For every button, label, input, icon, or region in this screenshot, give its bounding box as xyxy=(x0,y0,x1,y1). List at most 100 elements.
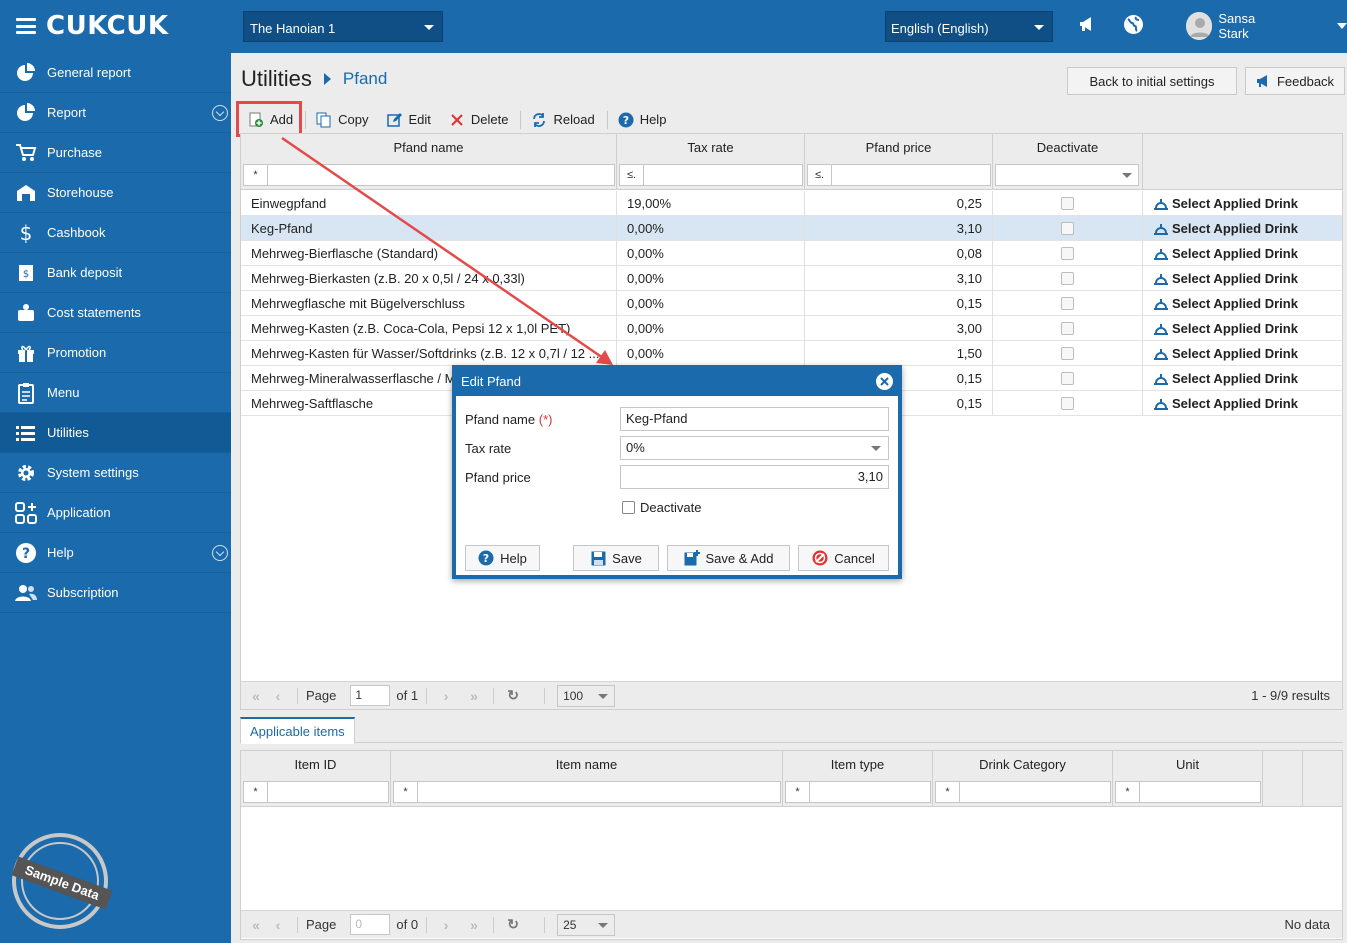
column-pfand-price[interactable]: Pfand price ≤. xyxy=(805,134,993,190)
prev-page-icon[interactable]: ‹ xyxy=(267,686,289,706)
sidebar-item-application[interactable]: Application xyxy=(0,493,231,533)
prev-page-icon[interactable]: ‹ xyxy=(267,915,289,935)
filter-operator[interactable]: * xyxy=(244,782,268,802)
pfand-price-field[interactable]: 3,10 xyxy=(620,465,889,489)
sidebar-item-cost-statements[interactable]: Cost statements xyxy=(0,293,231,333)
pfand-name-field[interactable]: Keg-Pfand xyxy=(620,407,889,431)
last-page-icon[interactable]: » xyxy=(463,686,485,706)
table-row[interactable]: Keg-Pfand 0,00% 3,10 Select Applied Drink xyxy=(241,216,1342,241)
select-applied-drink-link[interactable]: Select Applied Drink xyxy=(1143,366,1343,391)
select-applied-drink-link[interactable]: Select Applied Drink xyxy=(1143,316,1343,341)
sidebar-item-general-report[interactable]: General report xyxy=(0,53,231,93)
column-item-id[interactable]: Item ID * xyxy=(241,751,391,807)
select-applied-drink-link[interactable]: Select Applied Drink xyxy=(1143,291,1343,316)
checkbox-box[interactable] xyxy=(622,501,635,514)
column-tax-rate[interactable]: Tax rate ≤. xyxy=(617,134,805,190)
select-applied-drink-link[interactable]: Select Applied Drink xyxy=(1143,341,1343,366)
filter-operator[interactable]: * xyxy=(394,782,418,802)
tab-applicable-items[interactable]: Applicable items xyxy=(240,717,355,744)
filter-operator[interactable]: * xyxy=(1116,782,1140,802)
column-pfand-name[interactable]: Pfand name * xyxy=(241,134,617,190)
chevron-down-icon[interactable] xyxy=(212,545,228,561)
refresh-icon[interactable]: ↻ xyxy=(502,915,524,935)
page-input[interactable]: 1 xyxy=(350,685,391,706)
column-item-name[interactable]: Item name * xyxy=(391,751,783,807)
deactivate-checkbox[interactable] xyxy=(1061,372,1074,385)
column-deactivate[interactable]: Deactivate xyxy=(993,134,1143,190)
dialog-save-button[interactable]: Save xyxy=(573,545,659,571)
filter-operator[interactable]: * xyxy=(786,782,810,802)
deactivate-checkbox[interactable] xyxy=(1061,272,1074,285)
filter-operator[interactable]: ≤. xyxy=(620,165,644,185)
refresh-icon[interactable]: ↻ xyxy=(502,686,524,706)
deactivate-checkbox[interactable] xyxy=(1061,347,1074,360)
filter-operator[interactable]: * xyxy=(244,165,268,185)
page-size-select[interactable]: 25 xyxy=(557,913,616,936)
dialog-save-add-button[interactable]: Save & Add xyxy=(667,545,790,571)
page-input[interactable]: 0 xyxy=(350,914,391,935)
globe-icon[interactable] xyxy=(1123,14,1145,36)
sidebar-item-report[interactable]: Report xyxy=(0,93,231,133)
table-row[interactable]: Mehrweg-Bierflasche (Standard) 0,00% 0,08 S… xyxy=(241,241,1342,266)
tax-rate-filter[interactable]: ≤. xyxy=(619,164,803,186)
sidebar-item-system-settings[interactable]: System settings xyxy=(0,453,231,493)
table-row[interactable]: Mehrweg-Kasten für Wasser/Softdrinks (z.… xyxy=(241,341,1342,366)
feedback-button[interactable]: Feedback xyxy=(1245,67,1345,95)
table-row[interactable]: Einwegpfand 19,00% 0,25 Select Applied Drin… xyxy=(241,191,1342,216)
first-page-icon[interactable]: « xyxy=(245,686,267,706)
sidebar-item-purchase[interactable]: Purchase xyxy=(0,133,231,173)
first-page-icon[interactable]: « xyxy=(245,915,267,935)
drink-category-filter[interactable]: * xyxy=(935,781,1111,803)
hamburger-menu-icon[interactable] xyxy=(16,18,36,34)
back-to-initial-settings-button[interactable]: Back to initial settings xyxy=(1067,67,1237,95)
next-page-icon[interactable]: › xyxy=(435,915,457,935)
reload-button[interactable]: Reload xyxy=(523,108,604,132)
language-select[interactable]: English (English) xyxy=(885,11,1053,42)
next-page-icon[interactable]: › xyxy=(435,686,457,706)
deactivate-checkbox[interactable] xyxy=(1061,222,1074,235)
page-size-select[interactable]: 100 xyxy=(557,684,616,707)
sidebar-item-utilities[interactable]: Utilities xyxy=(0,413,231,453)
deactivate-checkbox[interactable] xyxy=(1061,297,1074,310)
select-applied-drink-link[interactable]: Select Applied Drink xyxy=(1143,266,1343,291)
user-menu[interactable]: Sansa Stark xyxy=(1186,11,1347,41)
pfand-price-filter[interactable]: ≤. xyxy=(807,164,991,186)
sidebar-item-storehouse[interactable]: Storehouse xyxy=(0,173,231,213)
last-page-icon[interactable]: » xyxy=(463,915,485,935)
table-row[interactable]: Mehrwegflasche mit Bügelverschluss 0,00% 0… xyxy=(241,291,1342,316)
select-applied-drink-link[interactable]: Select Applied Drink xyxy=(1143,241,1343,266)
deactivate-checkbox[interactable] xyxy=(1061,197,1074,210)
select-applied-drink-link[interactable]: Select Applied Drink xyxy=(1143,391,1343,416)
column-unit[interactable]: Unit * xyxy=(1113,751,1263,807)
help-button[interactable]: ? Help xyxy=(610,108,677,132)
sidebar-item-promotion[interactable]: Promotion xyxy=(0,333,231,373)
sidebar-item-menu[interactable]: Menu xyxy=(0,373,231,413)
chevron-down-icon[interactable] xyxy=(212,105,228,121)
logo[interactable]: CUKCUK xyxy=(16,10,169,42)
item-name-filter[interactable]: * xyxy=(393,781,781,803)
item-type-filter[interactable]: * xyxy=(785,781,931,803)
filter-operator[interactable]: ≤. xyxy=(808,165,832,185)
close-icon[interactable] xyxy=(876,373,893,390)
deactivate-checkbox[interactable]: Deactivate xyxy=(622,500,701,515)
item-id-filter[interactable]: * xyxy=(243,781,389,803)
sidebar-item-help[interactable]: ? Help xyxy=(0,533,231,573)
copy-button[interactable]: Copy xyxy=(308,108,378,132)
deactivate-checkbox[interactable] xyxy=(1061,322,1074,335)
branch-select[interactable]: The Hanoian 1 xyxy=(243,11,443,42)
sidebar-item-subscription[interactable]: Subscription xyxy=(0,573,231,613)
delete-button[interactable]: Delete xyxy=(441,108,519,132)
deactivate-checkbox[interactable] xyxy=(1061,247,1074,260)
sidebar-item-bank-deposit[interactable]: $ Bank deposit xyxy=(0,253,231,293)
table-row[interactable]: Mehrweg-Kasten (z.B. Coca-Cola, Pepsi 12… xyxy=(241,316,1342,341)
deactivate-filter[interactable] xyxy=(995,164,1139,186)
filter-operator[interactable]: * xyxy=(936,782,960,802)
table-row[interactable]: Mehrweg-Bierkasten (z.B. 20 x 0,5l / 24 … xyxy=(241,266,1342,291)
column-drink-category[interactable]: Drink Category * xyxy=(933,751,1113,807)
dialog-cancel-button[interactable]: Cancel xyxy=(798,545,889,571)
edit-button[interactable]: Edit xyxy=(379,108,441,132)
column-item-type[interactable]: Item type * xyxy=(783,751,933,807)
select-applied-drink-link[interactable]: Select Applied Drink xyxy=(1143,216,1343,241)
announcement-icon[interactable] xyxy=(1078,14,1100,36)
tax-rate-select[interactable]: 0% xyxy=(620,436,889,460)
